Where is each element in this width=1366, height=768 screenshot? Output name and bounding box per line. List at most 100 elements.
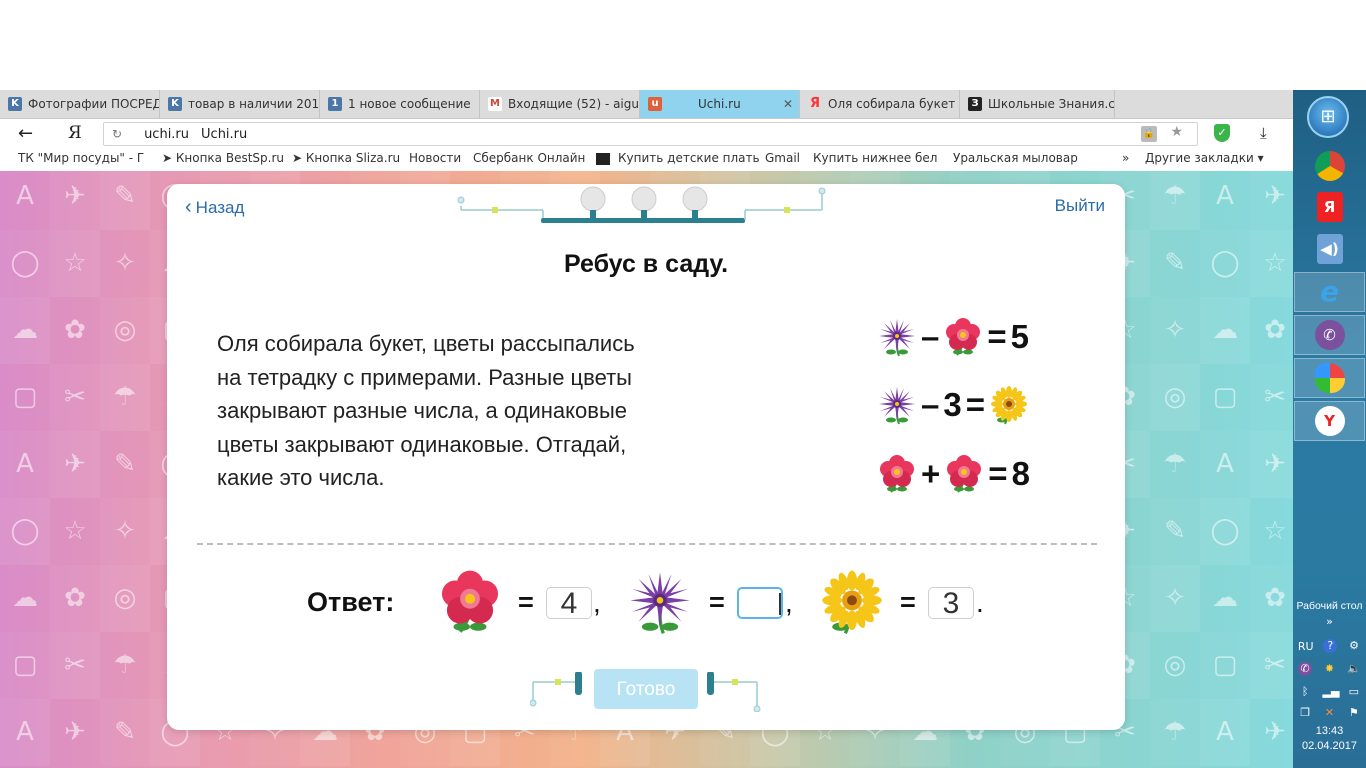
background-pattern-icon: ☂ (100, 364, 150, 431)
tab-znaniya[interactable]: З Школьные Знания.co (960, 90, 1115, 118)
desktop-label[interactable]: Рабочий стол (1293, 600, 1366, 612)
background-pattern-icon: ☂ (113, 650, 137, 680)
background-pattern-icon: ☁ (0, 297, 50, 364)
exit-button[interactable]: Выйти (1055, 196, 1105, 216)
bookmark-item[interactable]: Уральская мыловаре (953, 151, 1078, 165)
bookmark-item[interactable]: Купить нижнее бель (813, 151, 938, 165)
bookmarks-more[interactable]: » (1122, 151, 1129, 165)
background-pattern-icon: ✈ (50, 431, 100, 498)
close-tab-icon[interactable]: ✕ (777, 97, 793, 111)
background-pattern-icon: ☂ (1150, 171, 1200, 230)
taskbar-chrome[interactable] (1293, 146, 1366, 186)
back-arrow-icon[interactable]: ← (18, 123, 33, 144)
background-pattern-icon: ✧ (100, 498, 150, 565)
taskbar-paint[interactable] (1294, 358, 1365, 398)
background-pattern-icon: A (16, 181, 34, 211)
protect-shield-icon[interactable]: ✓ (1214, 124, 1230, 142)
taskbar-volume-app[interactable]: ◀) (1293, 229, 1366, 269)
windows-start-icon[interactable]: ⊞ (1307, 96, 1349, 138)
lock-icon[interactable]: 🔒 (1141, 126, 1157, 142)
task-title: Ребус в саду. (563, 250, 729, 278)
tab-goods[interactable]: K товар в наличии 201 (160, 90, 320, 118)
language-indicator[interactable]: RU (1298, 640, 1314, 653)
dropdown-icon: ▾ (1253, 151, 1264, 165)
yandex-logo[interactable]: Я (68, 123, 82, 143)
network-signal-icon[interactable]: ▂▄ (1322, 685, 1339, 699)
url-field[interactable]: ↻ uchi.ru Uchi.ru 🔒 ★ (103, 122, 1198, 146)
background-pattern-icon: ☁ (1212, 583, 1238, 613)
clipboard-icon[interactable]: ❐ (1298, 706, 1312, 720)
bookmark-item[interactable]: ➤ Кнопка BestSp.ru (162, 151, 292, 165)
yandex-icon: Я (809, 96, 820, 111)
background-pattern-icon: ◯ (0, 498, 50, 565)
taskbar-yandex-browser[interactable]: Я (1293, 187, 1366, 227)
taskbar-yandex[interactable]: Y (1294, 401, 1365, 441)
ie-icon: e (1320, 275, 1339, 308)
bookmark-item[interactable]: Gmail (765, 151, 805, 165)
url-domain: uchi.ru (144, 126, 190, 142)
comma: , (593, 587, 601, 618)
background-pattern-icon: ☆ (63, 516, 87, 546)
answer-input-yellow[interactable]: 3 (928, 587, 974, 620)
taskbar-ie[interactable]: e (1294, 272, 1365, 312)
tab-uchi[interactable]: u Uchi.ru ✕ (640, 90, 800, 118)
back-button[interactable]: ‹ Назад (185, 196, 244, 219)
background-pattern-icon: ☁ (12, 583, 38, 613)
background-pattern-icon: ☆ (1263, 516, 1287, 546)
bookmark-item[interactable]: ➤ Кнопка Sliza.ru (292, 151, 402, 165)
arrow-icon: ➤ (292, 151, 306, 165)
background-pattern-icon: ◎ (100, 565, 150, 632)
system-clock[interactable]: 13:43 02.04.2017 (1293, 724, 1366, 754)
background-pattern-icon: A (0, 431, 50, 498)
comma: , (785, 587, 793, 618)
bookmark-item[interactable]: Купить детские плать (596, 151, 761, 165)
other-bookmarks[interactable]: Другие закладки ▾ (1145, 151, 1264, 165)
download-icon[interactable]: ⤓ (1260, 124, 1267, 142)
address-bar: ← Я ↻ uchi.ru Uchi.ru 🔒 ★ ✓ ⤓ (0, 119, 1293, 149)
answer-input-pink[interactable]: 4 (546, 587, 592, 620)
background-pattern-icon: ☆ (1250, 230, 1293, 297)
equation-1: – = 5 (877, 315, 1029, 359)
yellow-flower-icon (990, 385, 1028, 425)
battery-icon[interactable]: ▭ (1347, 685, 1361, 699)
viber-icon: ✆ (1314, 320, 1345, 350)
help-icon[interactable]: ? (1323, 639, 1338, 653)
desktop-chevron-icon[interactable]: » (1293, 615, 1366, 628)
speaker-muted-icon[interactable]: 🔈 (1347, 662, 1361, 676)
task-text-line: закрывают разные числа, а одинаковые (217, 398, 627, 423)
tab-label: 1 новое сообщение (348, 97, 471, 111)
tool-icon[interactable]: ✕ (1322, 706, 1336, 720)
equals-sign: = (518, 587, 534, 617)
yandex-browser-icon: Я (1316, 192, 1343, 222)
background-pattern-icon: ✧ (1150, 297, 1200, 364)
chevron-left-icon: ‹ (185, 196, 192, 218)
background-pattern-icon: ✈ (1250, 171, 1293, 230)
bookmark-item[interactable]: ТК "Мир посуды" - Г (18, 151, 158, 165)
bluetooth-icon[interactable]: ᛒ (1298, 685, 1312, 699)
tab-label: товар в наличии 201 (188, 97, 320, 111)
tab-olya[interactable]: Я Оля собирала букет (800, 90, 960, 118)
flag-icon[interactable]: ⚑ (1347, 706, 1361, 720)
sun-tray-icon[interactable]: ✸ (1322, 662, 1336, 676)
tab-photos[interactable]: K Фотографии ПОСРЕД (0, 90, 160, 118)
background-pattern-icon: ✂ (50, 364, 100, 431)
answer-input-purple[interactable] (737, 587, 783, 619)
bookmark-item[interactable]: Новости (409, 151, 469, 165)
blank-top-area (0, 0, 1293, 90)
znaniya-icon: З (968, 97, 982, 111)
tab-gmail[interactable]: M Входящие (52) - aigu (480, 90, 640, 118)
tab-messages[interactable]: 1 1 новое сообщение (320, 90, 480, 118)
reload-icon[interactable]: ↻ (112, 127, 122, 141)
taskbar-viber[interactable]: ✆ (1294, 315, 1365, 355)
background-pattern-icon: ✎ (1150, 498, 1200, 565)
tray-settings-icon[interactable]: ⚙ (1347, 639, 1361, 653)
bookmark-star-icon[interactable]: ★ (1170, 124, 1183, 140)
viber-tray-icon[interactable]: ✆ (1298, 662, 1313, 676)
background-pattern-icon: ◯ (1200, 498, 1250, 565)
back-label: Назад (195, 198, 245, 217)
background-pattern-icon: ✂ (1250, 632, 1293, 699)
task-text-line: на тетрадку с примерами. Разные цветы (217, 364, 632, 390)
answer-row: Ответ: = 4 , = , = 3 . (307, 569, 1067, 639)
done-button[interactable]: Готово (594, 669, 698, 709)
bookmark-item[interactable]: Сбербанк Онлайн (473, 151, 588, 165)
